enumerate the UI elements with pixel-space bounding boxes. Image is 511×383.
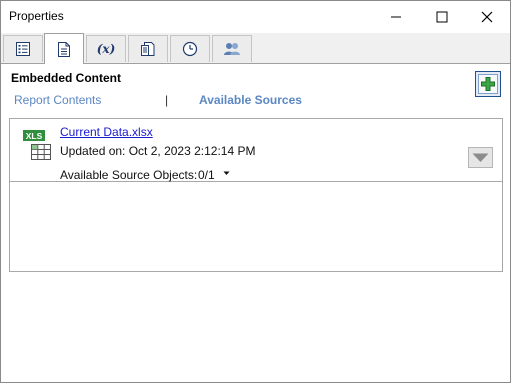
document-icon bbox=[58, 41, 70, 57]
close-button[interactable] bbox=[464, 1, 510, 32]
list-icon bbox=[16, 42, 30, 56]
chevron-down-icon[interactable] bbox=[223, 171, 230, 176]
source-objects-value[interactable]: 0/1 bbox=[198, 168, 215, 182]
tab-list[interactable] bbox=[3, 35, 43, 62]
source-objects-label: Available Source Objects: bbox=[60, 168, 198, 182]
clock-icon bbox=[182, 41, 198, 57]
xls-file-icon: XLS bbox=[23, 130, 51, 160]
triangle-down-icon bbox=[472, 153, 489, 162]
window-title: Properties bbox=[9, 9, 64, 23]
maximize-button[interactable] bbox=[419, 1, 465, 32]
tab-document[interactable] bbox=[44, 33, 84, 64]
sources-list: XLS Current Data.xlsx Updated on: Oct 2,… bbox=[9, 118, 503, 272]
xls-icon-text: XLS bbox=[26, 131, 43, 141]
variable-icon: (x) bbox=[96, 42, 116, 56]
tab-users[interactable] bbox=[212, 35, 252, 62]
close-icon bbox=[481, 11, 493, 22]
tab-pages[interactable] bbox=[128, 35, 168, 62]
title-bar: Properties bbox=[1, 1, 510, 32]
properties-window: Properties (x) Embedded Content Report C… bbox=[0, 0, 511, 383]
section-title: Embedded Content bbox=[11, 71, 121, 85]
maximize-icon bbox=[436, 11, 448, 22]
subtab-separator: | bbox=[165, 93, 169, 107]
list-item[interactable]: XLS Current Data.xlsx Updated on: Oct 2,… bbox=[10, 119, 502, 182]
subtab-report-contents[interactable]: Report Contents bbox=[14, 93, 101, 107]
add-source-button[interactable] bbox=[475, 71, 501, 97]
tab-variables[interactable]: (x) bbox=[86, 35, 126, 62]
source-file-link[interactable]: Current Data.xlsx bbox=[60, 125, 153, 139]
add-icon bbox=[481, 77, 495, 91]
source-updated-text: Updated on: Oct 2, 2023 2:12:14 PM bbox=[60, 144, 256, 158]
tab-history[interactable] bbox=[170, 35, 210, 62]
users-icon bbox=[224, 43, 240, 55]
minimize-button[interactable] bbox=[373, 1, 419, 32]
minimize-icon bbox=[391, 16, 401, 17]
expand-button[interactable] bbox=[468, 147, 493, 168]
pages-icon bbox=[141, 42, 155, 56]
tab-strip: (x) bbox=[1, 33, 510, 64]
subtab-available-sources[interactable]: Available Sources bbox=[199, 93, 302, 107]
